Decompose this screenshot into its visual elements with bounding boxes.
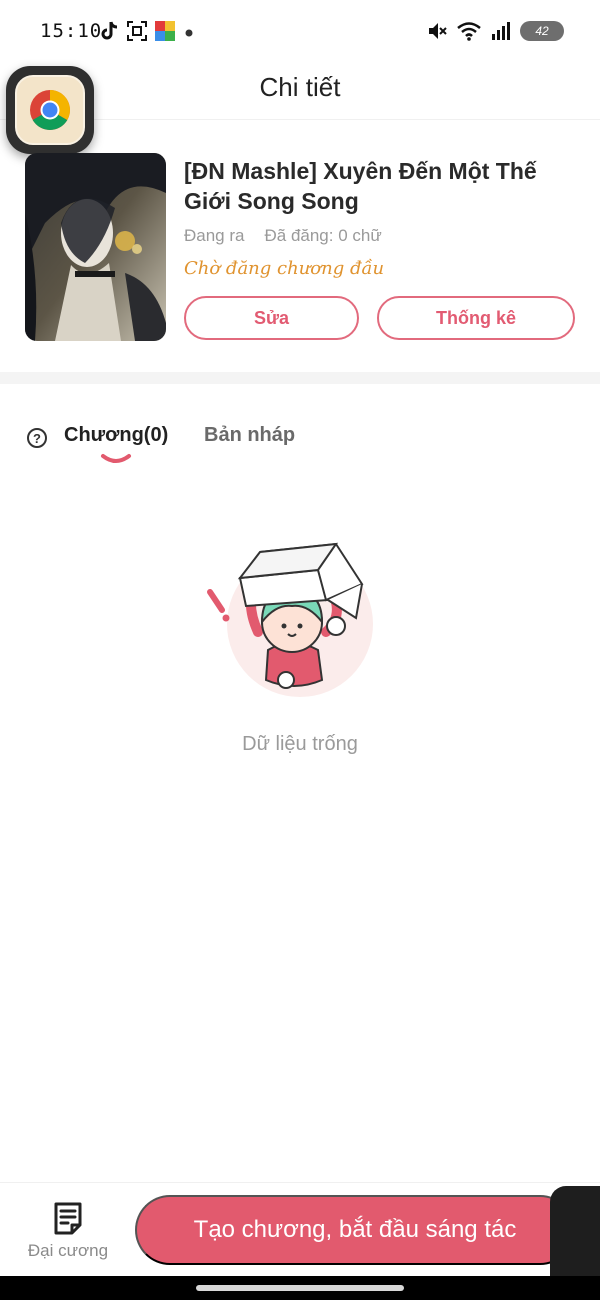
outline-label: Đại cương — [27, 1241, 109, 1260]
battery-indicator: 42 — [520, 21, 564, 41]
status-time: 15:10 — [40, 20, 103, 42]
signal-icon — [492, 22, 510, 40]
tab-drafts[interactable]: Bản nháp — [204, 424, 295, 447]
bottom-action-bar: Đại cương Tạo chương, bắt đầu sáng tác — [0, 1182, 600, 1276]
section-divider — [0, 372, 600, 384]
dot-icon — [185, 29, 193, 37]
help-icon[interactable]: ? — [27, 428, 47, 448]
tiktok-icon — [101, 21, 118, 40]
system-nav-bar — [0, 1276, 600, 1300]
stats-button[interactable]: Thống kê — [377, 296, 575, 340]
book-word-count: Đã đăng: 0 chữ — [264, 226, 382, 245]
tab-chapters[interactable]: Chương(0) — [64, 424, 168, 447]
create-chapter-button[interactable]: Tạo chương, bắt đầu sáng tác — [135, 1195, 575, 1265]
empty-state-text: Dữ liệu trống — [242, 733, 358, 755]
edit-button[interactable]: Sửa — [184, 296, 359, 340]
book-meta: Đang ra Đã đăng: 0 chữ — [184, 226, 382, 246]
status-right-icons: 42 — [426, 20, 564, 42]
book-cover[interactable] — [25, 153, 166, 341]
home-gesture-pill[interactable] — [196, 1285, 404, 1291]
active-tab-indicator — [101, 454, 131, 463]
book-card: [ĐN Mashle] Xuyên Đến Một Thế Giới Song … — [0, 120, 600, 372]
status-left-icons — [100, 20, 196, 42]
outline-button[interactable]: Đại cương — [18, 1199, 118, 1269]
book-status: Đang ra — [184, 226, 245, 245]
cover-illustration — [25, 153, 166, 341]
scan-icon — [127, 21, 147, 41]
waiting-notice: Chờ đăng chương đầu — [184, 258, 385, 279]
empty-box-illustration — [207, 542, 373, 697]
mute-icon — [429, 23, 447, 39]
chapter-tabs: ? Chương(0) Bản nháp — [0, 410, 600, 470]
document-icon — [54, 1202, 82, 1235]
colorful-app-icon — [155, 21, 175, 41]
book-title: [ĐN Mashle] Xuyên Đến Một Thế Giới Song … — [184, 158, 537, 214]
status-bar: 15:10 42 — [0, 0, 600, 62]
wifi-icon — [457, 22, 481, 41]
